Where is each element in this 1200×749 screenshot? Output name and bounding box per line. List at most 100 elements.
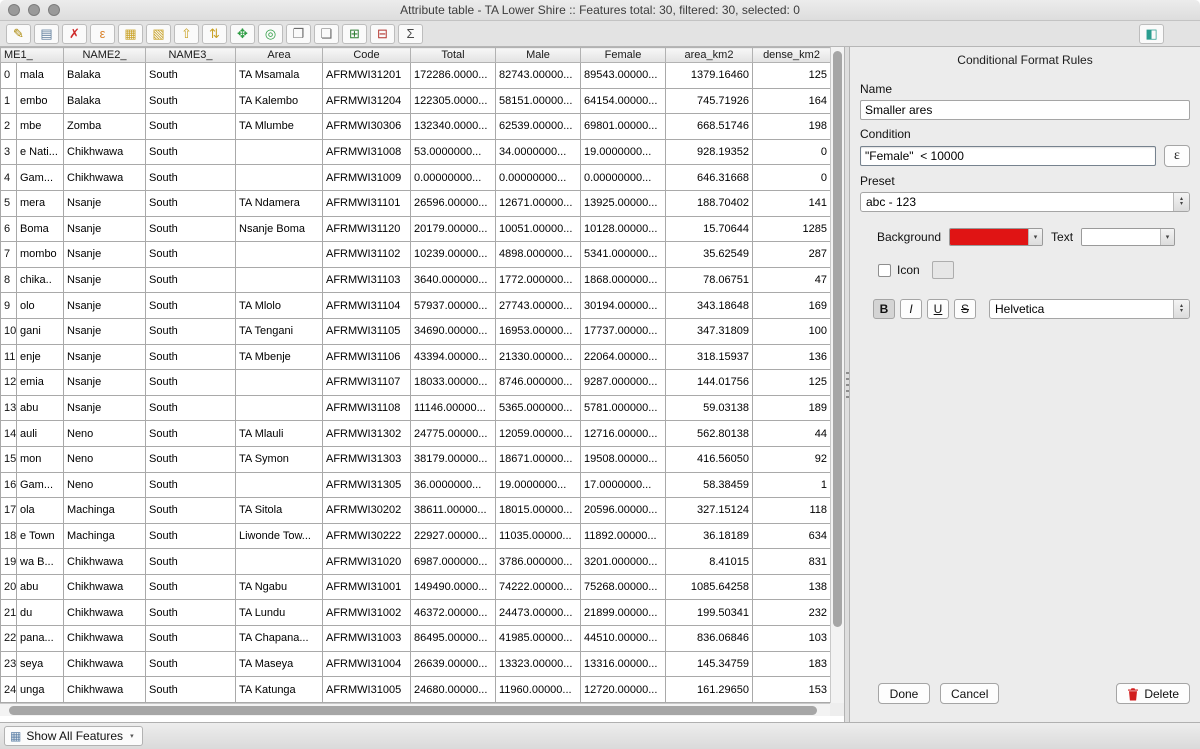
italic-button[interactable]: I — [900, 299, 922, 319]
cell-female[interactable]: 20596.00000... — [581, 498, 666, 524]
cell-female[interactable]: 69801.00000... — [581, 114, 666, 140]
cell-total[interactable]: 149490.0000... — [411, 574, 496, 600]
cell-female[interactable]: 21899.00000... — [581, 600, 666, 626]
cell-area_km2[interactable]: 36.18189 — [666, 523, 753, 549]
cell-area_km2[interactable]: 58.38459 — [666, 472, 753, 498]
cell-male[interactable]: 82743.00000... — [496, 63, 581, 89]
cell-total[interactable]: 24680.00000... — [411, 677, 496, 703]
cell-rownum[interactable]: 22 — [1, 626, 17, 652]
cell-area[interactable]: TA Ngabu — [236, 395, 323, 421]
delete-rule-button[interactable]: Delete — [1116, 683, 1190, 704]
cell-female[interactable]: 19508.00000... — [581, 446, 666, 472]
cell-rownum[interactable]: 9 — [1, 293, 17, 319]
cell-area[interactable]: Liwonde Tow... — [236, 523, 323, 549]
cell-female[interactable]: 9287.000000... — [581, 370, 666, 396]
cell-area_km2[interactable]: 343.18648 — [666, 293, 753, 319]
cell-male[interactable]: 24473.00000... — [496, 600, 581, 626]
delete-selected-button[interactable]: ✗ — [62, 24, 87, 44]
cell-total[interactable]: 6987.000000... — [411, 549, 496, 575]
cell-total[interactable]: 57937.00000... — [411, 293, 496, 319]
cell-area_km2[interactable]: 35.62549 — [666, 242, 753, 268]
cell-male[interactable]: 11035.00000... — [496, 523, 581, 549]
cell-code[interactable]: AFRMWI31008 — [323, 139, 411, 165]
cell-name3[interactable]: South — [146, 472, 236, 498]
cell-name1[interactable]: mbe — [17, 114, 64, 140]
icon-picker-button[interactable] — [932, 261, 954, 279]
cell-name1[interactable]: embo — [17, 88, 64, 114]
cell-dense_km2[interactable]: 183 — [753, 651, 831, 677]
cell-area[interactable]: TA Kalembo — [236, 88, 323, 114]
cell-name2[interactable]: Balaka — [64, 63, 146, 89]
cell-name2[interactable]: Nsanje — [64, 344, 146, 370]
cell-name2[interactable]: Nsanje — [64, 190, 146, 216]
panel-splitter-grip[interactable] — [846, 372, 849, 398]
font-select[interactable]: Helvetica ▴▾ — [989, 299, 1190, 319]
cell-name2[interactable]: Nsanje — [64, 216, 146, 242]
save-edits-button[interactable]: ▤ — [34, 24, 59, 44]
cell-dense_km2[interactable]: 0 — [753, 139, 831, 165]
cell-female[interactable]: 3201.000000... — [581, 549, 666, 575]
cell-name2[interactable]: Chikhwawa — [64, 626, 146, 652]
cell-dense_km2[interactable]: 287 — [753, 242, 831, 268]
cell-dense_km2[interactable]: 232 — [753, 600, 831, 626]
cell-code[interactable]: AFRMWI31005 — [323, 677, 411, 703]
cell-name3[interactable]: South — [146, 293, 236, 319]
cell-male[interactable]: 8746.000000... — [496, 370, 581, 396]
cell-rownum[interactable]: 3 — [1, 139, 17, 165]
pan-to-selection-button[interactable]: ✥ — [230, 24, 255, 44]
cell-name1[interactable]: e Nati... — [17, 139, 64, 165]
cell-area[interactable]: TA Chimombo — [236, 242, 323, 268]
cell-dense_km2[interactable]: 118 — [753, 498, 831, 524]
cell-dense_km2[interactable]: 136 — [753, 344, 831, 370]
unselect-all-button[interactable]: ▧ — [146, 24, 171, 44]
cell-name1[interactable]: enje — [17, 344, 64, 370]
cell-area[interactable]: TA Ndamera — [236, 190, 323, 216]
column-header-name3[interactable]: NAME3_ — [146, 48, 236, 63]
cell-male[interactable]: 74222.00000... — [496, 574, 581, 600]
cell-male[interactable]: 0.00000000... — [496, 165, 581, 191]
cell-name2[interactable]: Chikhwawa — [64, 574, 146, 600]
cell-male[interactable]: 13323.00000... — [496, 651, 581, 677]
cell-total[interactable]: 26596.00000... — [411, 190, 496, 216]
cell-name3[interactable]: South — [146, 574, 236, 600]
cell-area[interactable]: TA Symon — [236, 446, 323, 472]
cell-male[interactable]: 18671.00000... — [496, 446, 581, 472]
cell-rownum[interactable]: 15 — [1, 446, 17, 472]
cell-dense_km2[interactable]: 831 — [753, 549, 831, 575]
cell-code[interactable]: AFRMWI31102 — [323, 242, 411, 268]
cell-male[interactable]: 19.0000000... — [496, 472, 581, 498]
column-header-female[interactable]: Female — [581, 48, 666, 63]
cell-code[interactable]: AFRMWI31120 — [323, 216, 411, 242]
vertical-scrollbar[interactable] — [830, 47, 844, 703]
cell-code[interactable]: AFRMWI31107 — [323, 370, 411, 396]
cell-female[interactable]: 30194.00000... — [581, 293, 666, 319]
cell-total[interactable]: 122305.0000... — [411, 88, 496, 114]
cell-rownum[interactable]: 2 — [1, 114, 17, 140]
cell-dense_km2[interactable]: 169 — [753, 293, 831, 319]
cell-name3[interactable]: South — [146, 421, 236, 447]
maximize-button[interactable] — [48, 4, 60, 16]
toggle-editing-button[interactable]: ✎ — [6, 24, 31, 44]
cell-female[interactable]: 13925.00000... — [581, 190, 666, 216]
cell-name1[interactable]: e Town — [17, 523, 64, 549]
cell-code[interactable]: AFRMWI31303 — [323, 446, 411, 472]
cell-area[interactable]: TA Katunga — [236, 677, 323, 703]
cell-area_km2[interactable]: 144.01756 — [666, 370, 753, 396]
cell-female[interactable]: 0.00000000... — [581, 165, 666, 191]
cell-female[interactable]: 75268.00000... — [581, 574, 666, 600]
cell-name2[interactable]: Nsanje — [64, 370, 146, 396]
cell-name1[interactable]: mera — [17, 190, 64, 216]
cell-rownum[interactable]: 13 — [1, 395, 17, 421]
cell-total[interactable]: 18033.00000... — [411, 370, 496, 396]
cell-male[interactable]: 10051.00000... — [496, 216, 581, 242]
cell-female[interactable]: 12716.00000... — [581, 421, 666, 447]
cell-rownum[interactable]: 14 — [1, 421, 17, 447]
cell-area_km2[interactable]: 562.80138 — [666, 421, 753, 447]
cell-area_km2[interactable]: 59.03138 — [666, 395, 753, 421]
cell-area[interactable]: TA Sitola — [236, 498, 323, 524]
underline-button[interactable]: U — [927, 299, 949, 319]
cell-male[interactable]: 5365.000000... — [496, 395, 581, 421]
cell-female[interactable]: 64154.00000... — [581, 88, 666, 114]
cell-rownum[interactable]: 4 — [1, 165, 17, 191]
cell-area[interactable]: TA Maseya — [236, 651, 323, 677]
